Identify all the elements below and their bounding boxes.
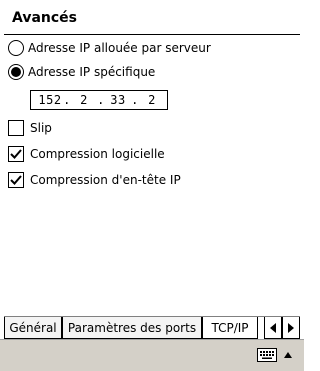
ip-separator: . (97, 93, 105, 107)
radio-specific-ip[interactable]: Adresse IP spécifique (8, 62, 155, 82)
radio-button-specific[interactable] (8, 64, 24, 80)
header-compression-checkbox[interactable] (8, 172, 24, 188)
slip-option[interactable]: Slip (8, 118, 52, 138)
tab-tcpip[interactable]: TCP/IP (202, 317, 258, 339)
ip-octet-2[interactable]: 2 (71, 93, 97, 107)
tab-strip: Général Paramètres des ports TCP/IP (4, 316, 300, 339)
tab-scroll-right-button[interactable] (282, 317, 300, 339)
software-compression-checkbox[interactable] (8, 146, 24, 162)
tab-port-settings[interactable]: Paramètres des ports (62, 317, 202, 339)
slip-label: Slip (30, 121, 52, 135)
software-compression-label: Compression logicielle (30, 147, 165, 161)
keyboard-icon (257, 348, 277, 362)
software-compression-option[interactable]: Compression logicielle (8, 144, 165, 164)
slip-checkbox[interactable] (8, 120, 24, 136)
menu-bar (0, 339, 304, 371)
keyboard-button[interactable] (255, 345, 279, 365)
title-divider (4, 34, 300, 35)
radio-selected-dot (11, 67, 21, 77)
ip-address-input[interactable]: 152 . 2 . 33 . 2 (30, 90, 168, 110)
radio-specific-label: Adresse IP spécifique (28, 65, 156, 79)
checkmark-icon (10, 149, 22, 159)
radio-server-assigned[interactable]: Adresse IP allouée par serveur (8, 38, 211, 58)
ip-separator: . (63, 93, 71, 107)
advanced-settings-window: Avancés Adresse IP allouée par serveur A… (0, 0, 304, 371)
right-arrow-icon (288, 322, 294, 333)
ip-octet-1[interactable]: 152 (37, 93, 63, 107)
checkmark-icon (10, 175, 22, 185)
ip-separator: . (131, 93, 139, 107)
tab-scroll-controls (264, 317, 300, 339)
title-bar: Avancés (4, 6, 300, 34)
left-arrow-icon (270, 322, 276, 333)
input-panel-menu-button[interactable] (281, 345, 295, 365)
ip-octet-4[interactable]: 2 (139, 93, 165, 107)
up-arrow-icon (284, 352, 292, 358)
ip-octet-3[interactable]: 33 (105, 93, 131, 107)
page-title: Avancés (12, 10, 78, 26)
radio-button-server[interactable] (8, 40, 24, 56)
header-compression-label: Compression d'en-tête IP (30, 173, 181, 187)
header-compression-option[interactable]: Compression d'en-tête IP (8, 170, 181, 190)
radio-server-label: Adresse IP allouée par serveur (28, 41, 211, 55)
tab-scroll-left-button[interactable] (264, 317, 282, 339)
tab-general[interactable]: Général (4, 317, 62, 339)
